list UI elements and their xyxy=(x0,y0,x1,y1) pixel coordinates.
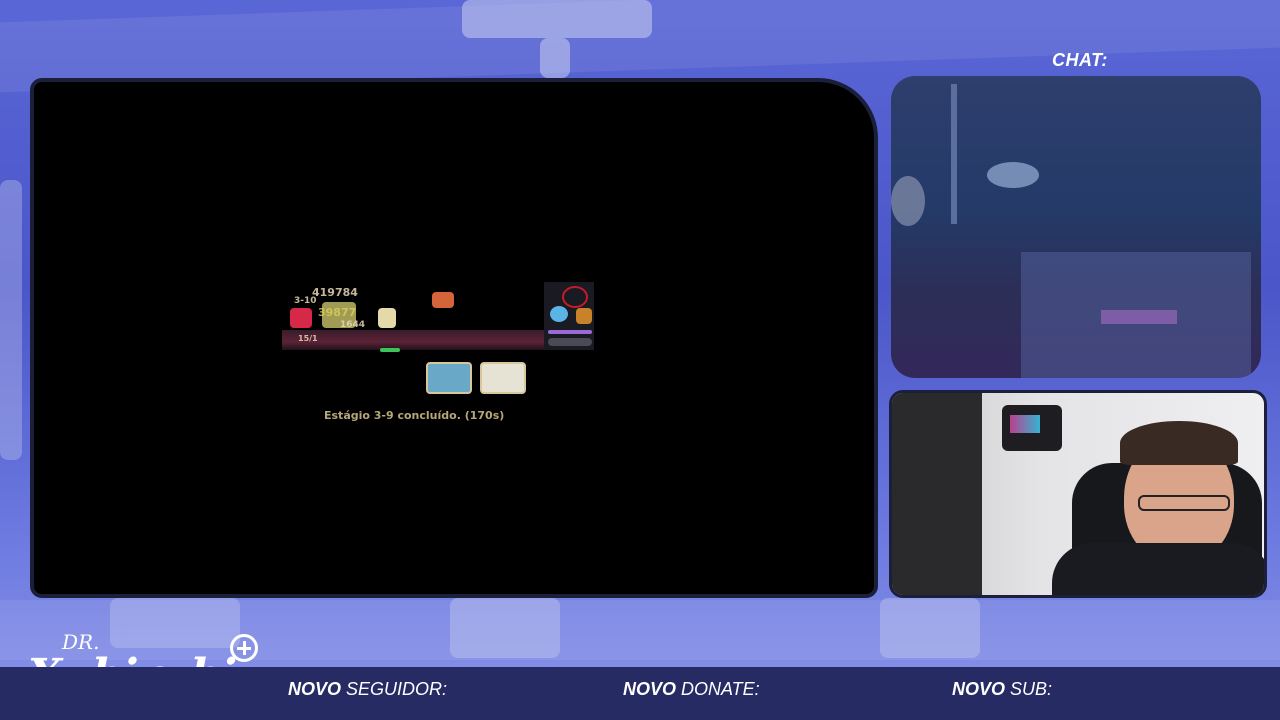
floor-prop xyxy=(880,598,980,658)
side-panel xyxy=(0,180,22,460)
lamp-pole xyxy=(951,84,957,224)
glasses xyxy=(1138,495,1230,511)
new-sub-alert: NOVO SUB: xyxy=(952,679,1053,699)
knight-sprite xyxy=(378,308,396,328)
chat-title: CHAT: xyxy=(1052,50,1108,70)
health-bar xyxy=(380,348,400,352)
webcam-feed xyxy=(889,390,1267,598)
streamer-hair xyxy=(1120,421,1238,465)
microphone xyxy=(1002,405,1062,451)
enemy-sprite xyxy=(432,292,454,308)
new-follower-alert: NOVO SEGUIDOR: xyxy=(288,679,448,699)
surgical-lamp xyxy=(987,162,1039,188)
floor-prop xyxy=(450,598,560,658)
game-floor xyxy=(282,330,544,350)
streamer-shirt xyxy=(1052,543,1264,595)
loot-chest-icon[interactable] xyxy=(480,362,526,394)
boss-sigil xyxy=(562,286,588,308)
surgical-lamp xyxy=(891,176,925,226)
damage-number: 1644 xyxy=(340,320,366,330)
mic-arm xyxy=(892,393,982,595)
stage-status-text: Estágio 3-9 concluído. (170s) xyxy=(324,409,505,422)
boss-bar xyxy=(548,330,592,334)
floor-prop xyxy=(110,598,240,648)
boss-slots xyxy=(548,338,592,346)
game-capture: 419784 3-10 39877 1644 15/1 Estágio 3-9 … xyxy=(30,78,878,598)
new-donate-alert: NOVO DONATE: xyxy=(623,679,760,699)
hero-counter: 15/1 xyxy=(298,334,318,343)
game-scene: 419784 3-10 39877 1644 15/1 xyxy=(282,282,594,354)
plus-icon xyxy=(230,634,258,662)
damage-number: 419784 xyxy=(312,286,358,299)
loot-card-icon[interactable] xyxy=(426,362,472,394)
stool xyxy=(1101,310,1177,324)
ceiling-lamp xyxy=(462,0,652,38)
hero-sprite xyxy=(290,308,312,328)
lamp-arm xyxy=(540,38,570,78)
chat-panel xyxy=(891,76,1261,378)
damage-number: 39877 xyxy=(318,306,357,319)
stage-label: 3-10 xyxy=(294,296,317,306)
boss-chest xyxy=(576,308,592,324)
boss-orb xyxy=(550,306,568,322)
boss-panel xyxy=(544,282,594,350)
